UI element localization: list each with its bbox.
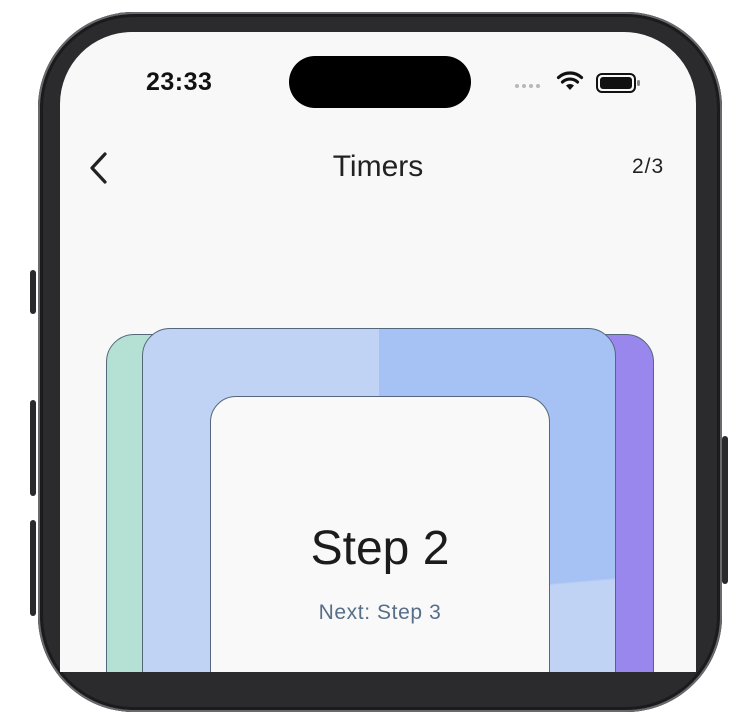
- page-counter: 2/3: [632, 155, 665, 178]
- volume-up-button: [30, 400, 36, 496]
- mute-switch: [30, 270, 36, 314]
- wifi-icon: [556, 71, 584, 90]
- page-title: Timers: [332, 150, 424, 183]
- next-step-label: Next: Step 3: [318, 601, 442, 624]
- cellular-signal-icon: [515, 84, 540, 88]
- battery-icon: [596, 73, 640, 93]
- step-title: Step 2: [310, 522, 450, 575]
- app-screen: 23:33 Timers 2/3 Step 2 Next: Step 3: [60, 32, 696, 672]
- dynamic-island: [289, 56, 471, 108]
- volume-down-button: [30, 520, 36, 616]
- step-card-face: Step 2 Next: Step 3: [210, 396, 550, 672]
- power-button: [722, 436, 728, 584]
- status-time: 23:33: [146, 68, 213, 96]
